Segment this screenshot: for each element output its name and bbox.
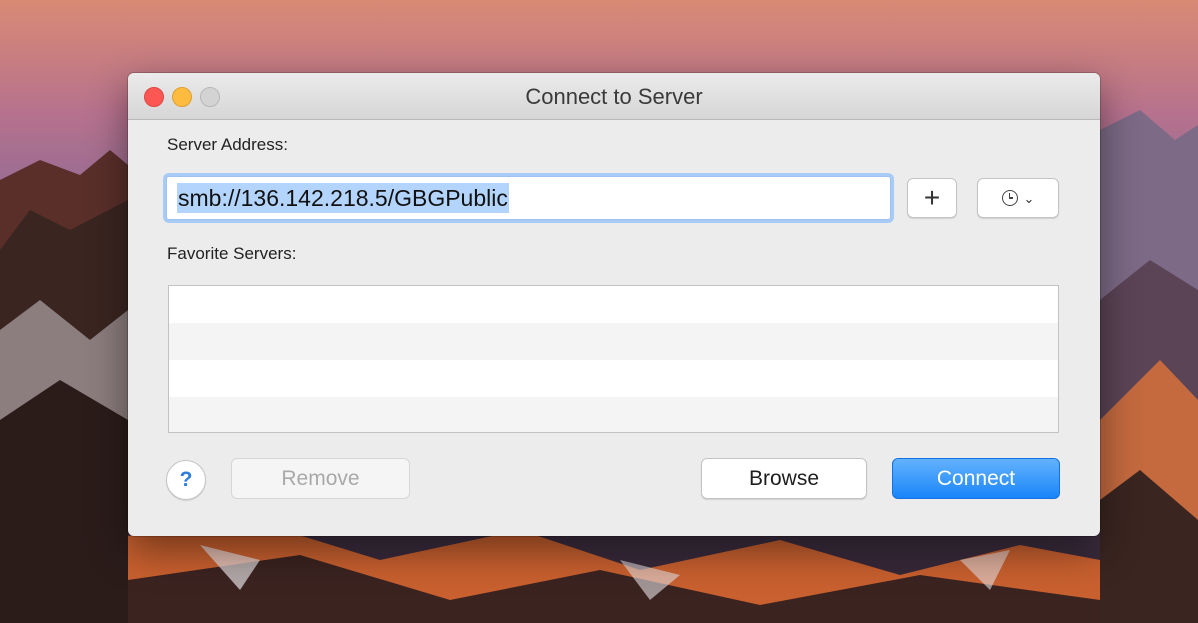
connect-button[interactable]: Connect bbox=[892, 458, 1060, 499]
help-button[interactable]: ? bbox=[166, 460, 206, 500]
list-item[interactable] bbox=[169, 360, 1058, 397]
server-address-value[interactable]: smb://136.142.218.5/GBGPublic bbox=[177, 183, 509, 213]
connect-to-server-dialog: Connect to Server Server Address: smb://… bbox=[128, 73, 1100, 536]
favorite-servers-list[interactable] bbox=[168, 285, 1059, 433]
favorite-servers-label: Favorite Servers: bbox=[167, 244, 297, 263]
clock-icon bbox=[1001, 190, 1018, 206]
browse-button[interactable]: Browse bbox=[701, 458, 867, 499]
add-to-favorites-button[interactable]: + bbox=[907, 178, 957, 218]
remove-button: Remove bbox=[231, 458, 410, 499]
question-mark-icon: ? bbox=[179, 468, 193, 491]
list-item[interactable] bbox=[169, 286, 1058, 323]
list-item[interactable] bbox=[169, 397, 1058, 432]
title-bar: Connect to Server bbox=[128, 73, 1100, 120]
plus-icon: + bbox=[923, 182, 941, 213]
chevron-down-icon: ⌄ bbox=[1023, 190, 1035, 206]
server-address-input[interactable]: smb://136.142.218.5/GBGPublic bbox=[166, 176, 891, 220]
list-item[interactable] bbox=[169, 323, 1058, 360]
server-address-label: Server Address: bbox=[167, 135, 288, 154]
recent-servers-button[interactable]: ⌄ bbox=[977, 178, 1059, 218]
window-title: Connect to Server bbox=[525, 84, 703, 109]
